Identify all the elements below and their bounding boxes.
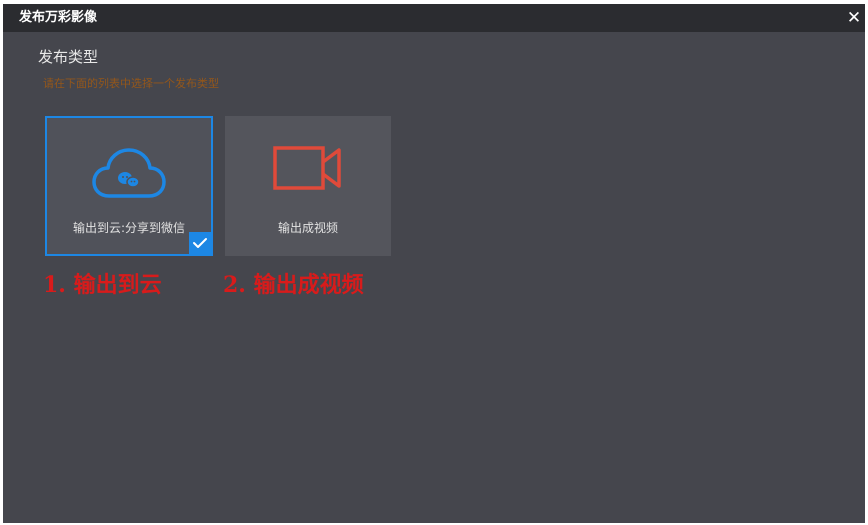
dialog-titlebar: 发布万彩影像 ✕ bbox=[3, 4, 865, 32]
cloud-wechat-icon bbox=[47, 146, 211, 208]
publish-dialog: 发布万彩影像 ✕ 发布类型 请在下面的列表中选择一个发布类型 输出到云:分享到微… bbox=[3, 4, 865, 523]
video-camera-icon bbox=[225, 144, 391, 198]
close-icon: ✕ bbox=[846, 8, 862, 28]
dialog-title: 发布万彩影像 bbox=[19, 10, 98, 25]
option-card-output-to-cloud[interactable]: 输出到云:分享到微信 bbox=[45, 116, 213, 256]
annotation-output-video: 2. 输出成视频 bbox=[223, 272, 364, 298]
option-label-output-video: 输出成视频 bbox=[277, 221, 338, 235]
section-title: 发布类型 bbox=[38, 48, 99, 66]
option-card-output-video[interactable]: 输出成视频 bbox=[225, 116, 391, 256]
section-hint: 请在下面的列表中选择一个发布类型 bbox=[43, 77, 219, 90]
option-label-output-to-cloud: 输出到云:分享到微信 bbox=[72, 221, 186, 235]
selected-check-icon bbox=[189, 232, 211, 254]
annotation-output-to-cloud: 1. 输出到云 bbox=[43, 272, 162, 298]
close-button[interactable]: ✕ bbox=[843, 4, 865, 32]
